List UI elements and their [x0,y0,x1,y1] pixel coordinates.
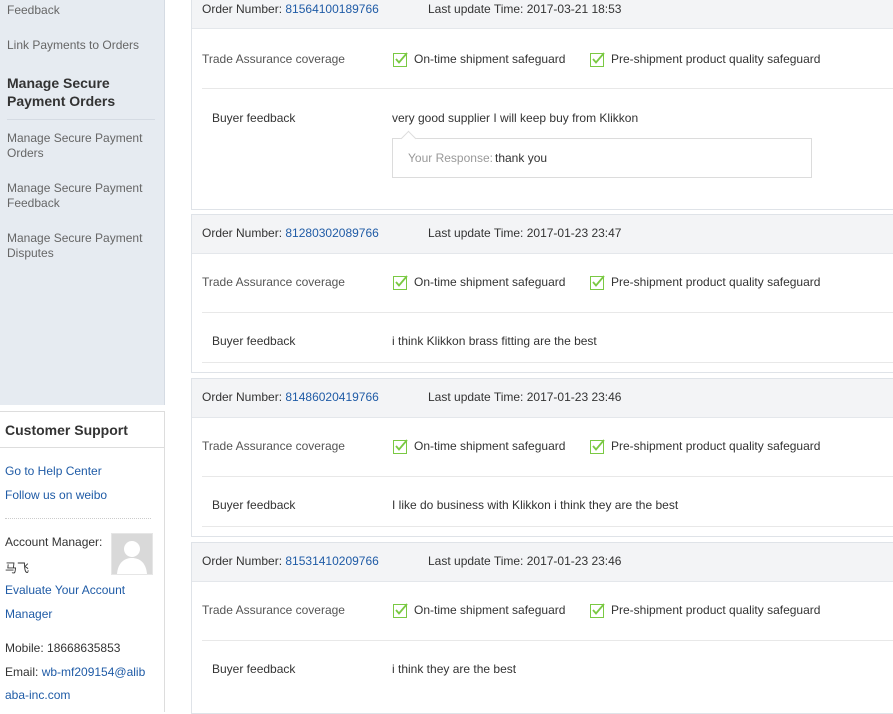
order-number: Order Number: 81531410209766 [202,554,379,568]
customer-support-panel: Customer Support Go to Help Center Follo… [0,411,165,712]
feedback-list: Order Number: 81564100189766 Last update… [191,0,893,714]
check-icon [393,52,408,67]
order-number: Order Number: 81280302089766 [202,226,379,240]
buyer-feedback-label: Buyer feedback [212,111,296,125]
support-divider [0,447,164,448]
trade-assurance-label: Trade Assurance coverage [202,52,345,66]
sidebar-section-title: Manage Secure Payment Orders [7,75,116,109]
response-box: Your Response: thank you [392,130,812,178]
customer-support-title: Customer Support [5,422,128,438]
sidebar-item-link-payments[interactable]: Link Payments to Orders [7,38,155,53]
user-silhouette-icon [112,534,152,574]
order-card-header: Order Number: 81564100189766 Last update… [192,0,893,29]
ontime-safeguard: On-time shipment safeguard [414,52,566,66]
response-text: thank you [495,151,548,165]
last-update: Last update Time: 2017-01-23 23:46 [428,554,621,568]
order-number-link[interactable]: 81486020419766 [285,390,378,404]
check-icon [393,603,408,618]
support-dotted-divider [5,518,151,519]
last-update-time: 2017-01-23 23:46 [526,390,622,404]
row-divider [202,526,893,527]
last-update-label: Last update Time: [428,226,524,240]
order-number-label: Order Number: [202,226,283,240]
buyer-feedback-label: Buyer feedback [212,662,296,676]
last-update-time: 2017-03-21 18:53 [526,2,622,16]
order-number-label: Order Number: [202,2,283,16]
preship-safeguard: Pre-shipment product quality safeguard [611,439,821,453]
buyer-feedback-text: i think Klikkon brass fitting are the be… [392,334,597,348]
preship-safeguard: Pre-shipment product quality safeguard [611,603,821,617]
buyer-feedback-text: I like do business with Klikkon i think … [392,498,679,512]
order-card: Order Number: 81280302089766 Last update… [191,214,893,373]
email-row: Email: wb-mf209154@alib [5,665,145,679]
preship-safeguard: Pre-shipment product quality safeguard [611,52,821,66]
order-number-link[interactable]: 81531410209766 [285,554,378,568]
row-divider [202,362,893,363]
ontime-safeguard: On-time shipment safeguard [414,275,566,289]
last-update-label: Last update Time: [428,2,524,16]
evaluate-account-manager-link-line2[interactable]: Manager [5,607,52,621]
response-label: Your Response: [408,151,493,165]
row-divider [202,476,893,477]
help-center-link[interactable]: Go to Help Center [5,464,102,478]
trade-assurance-label: Trade Assurance coverage [202,275,345,289]
check-icon [590,439,605,454]
last-update: Last update Time: 2017-01-23 23:46 [428,390,621,404]
last-update: Last update Time: 2017-01-23 23:47 [428,226,621,240]
account-manager-label: Account Manager: [5,535,103,549]
last-update-time: 2017-01-23 23:47 [526,226,622,240]
order-card-header: Order Number: 81531410209766 Last update… [192,543,893,582]
row-divider [202,640,893,641]
mobile-label: Mobile: [5,641,44,655]
order-number-link[interactable]: 81280302089766 [285,226,378,240]
sidebar-item-feedback[interactable]: Feedback [7,3,155,18]
account-manager-name: 马飞 [5,561,30,575]
buyer-feedback-label: Buyer feedback [212,498,296,512]
trade-assurance-label: Trade Assurance coverage [202,439,345,453]
check-icon [393,275,408,290]
order-card-header: Order Number: 81280302089766 Last update… [192,215,893,254]
sidebar-item-manage-disputes[interactable]: Manage Secure Payment Disputes [7,231,155,261]
check-icon [590,275,605,290]
row-divider [202,88,893,89]
buyer-feedback-text: i think they are the best [392,662,517,676]
last-update-label: Last update Time: [428,554,524,568]
last-update: Last update Time: 2017-03-21 18:53 [428,2,621,16]
sidebar-item-manage-orders[interactable]: Manage Secure Payment Orders [7,131,155,161]
mobile-row: Mobile: 18668635853 [5,641,120,655]
order-card: Order Number: 81486020419766 Last update… [191,378,893,537]
sidebar-nav: Feedback Link Payments to Orders Manage … [0,0,165,405]
last-update-label: Last update Time: [428,390,524,404]
order-number-label: Order Number: [202,390,283,404]
check-icon [590,603,605,618]
last-update-time: 2017-01-23 23:46 [526,554,622,568]
ontime-safeguard: On-time shipment safeguard [414,603,566,617]
row-divider [202,312,893,313]
trade-assurance-label: Trade Assurance coverage [202,603,345,617]
sidebar-item-manage-feedback[interactable]: Manage Secure Payment Feedback [7,181,155,211]
response-notch [400,130,417,147]
order-number: Order Number: 81564100189766 [202,2,379,16]
order-card: Order Number: 81531410209766 Last update… [191,542,893,714]
check-icon [393,439,408,454]
order-number: Order Number: 81486020419766 [202,390,379,404]
avatar [111,533,153,575]
order-card: Order Number: 81564100189766 Last update… [191,0,893,210]
ontime-safeguard: On-time shipment safeguard [414,439,566,453]
evaluate-account-manager-link[interactable]: Evaluate Your Account [5,583,125,597]
check-icon [590,52,605,67]
mobile-number: 18668635853 [47,641,121,655]
email-link-line2[interactable]: aba-inc.com [5,688,70,702]
buyer-feedback-text: very good supplier I will keep buy from … [392,111,639,125]
email-link[interactable]: wb-mf209154@alib [42,665,146,679]
weibo-link[interactable]: Follow us on weibo [5,488,107,502]
order-number-label: Order Number: [202,554,283,568]
order-number-link[interactable]: 81564100189766 [285,2,378,16]
email-label: Email: [5,665,39,679]
buyer-feedback-label: Buyer feedback [212,334,296,348]
preship-safeguard: Pre-shipment product quality safeguard [611,275,821,289]
sidebar-divider [7,119,155,120]
order-card-header: Order Number: 81486020419766 Last update… [192,379,893,418]
